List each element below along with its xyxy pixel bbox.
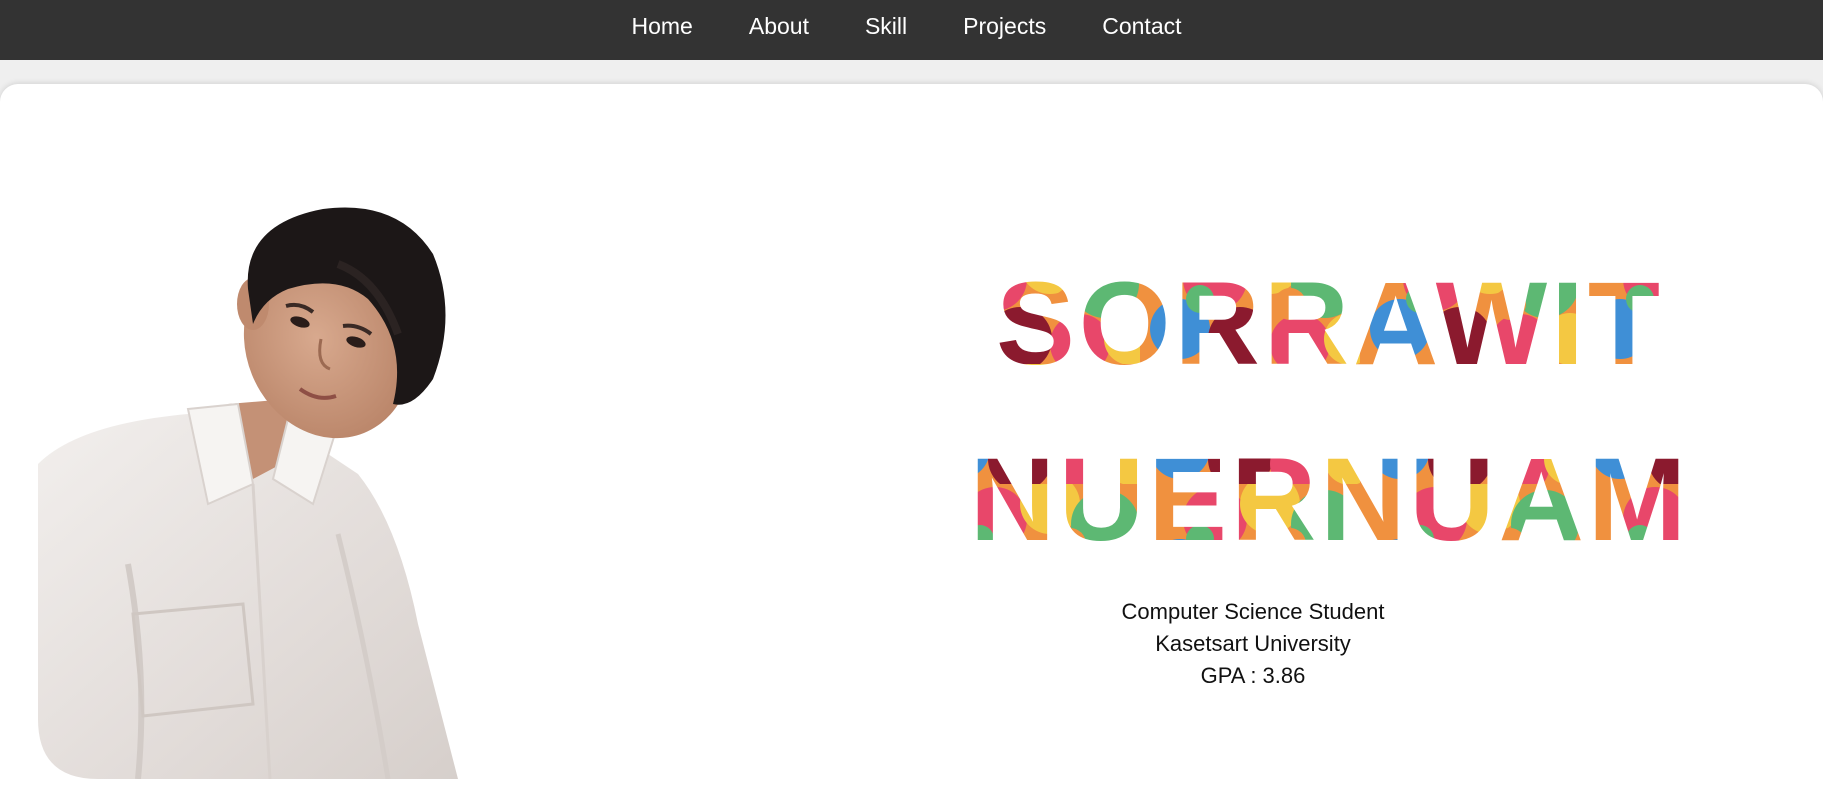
nav-link-skill[interactable]: Skill bbox=[837, 13, 935, 40]
university-text: Kasetsart University bbox=[1155, 631, 1351, 656]
last-name: NUERNUAM bbox=[970, 434, 1690, 544]
nav-link-home[interactable]: Home bbox=[604, 13, 721, 40]
hero-name: SORRAWIT NUERNUAM bbox=[780, 244, 1823, 544]
hero-subtitle: Computer Science Student Kasetsart Unive… bbox=[1000, 596, 1506, 692]
nav-link-about[interactable]: About bbox=[721, 13, 837, 40]
first-name: SORRAWIT bbox=[996, 258, 1664, 390]
candy-name-graphic: SORRAWIT NUERNUAM bbox=[970, 258, 1690, 544]
top-navbar: Home About Skill Projects Contact bbox=[0, 0, 1823, 60]
role-text: Computer Science Student bbox=[1121, 599, 1385, 624]
gpa-text: GPA : 3.86 bbox=[1200, 663, 1306, 688]
hero-card: SORRAWIT NUERNUAM Computer Science Stude… bbox=[0, 84, 1823, 795]
profile-photo bbox=[38, 207, 458, 779]
nav-link-contact[interactable]: Contact bbox=[1074, 13, 1209, 40]
nav-links: Home About Skill Projects Contact bbox=[604, 13, 1210, 40]
nav-link-projects[interactable]: Projects bbox=[935, 13, 1074, 40]
